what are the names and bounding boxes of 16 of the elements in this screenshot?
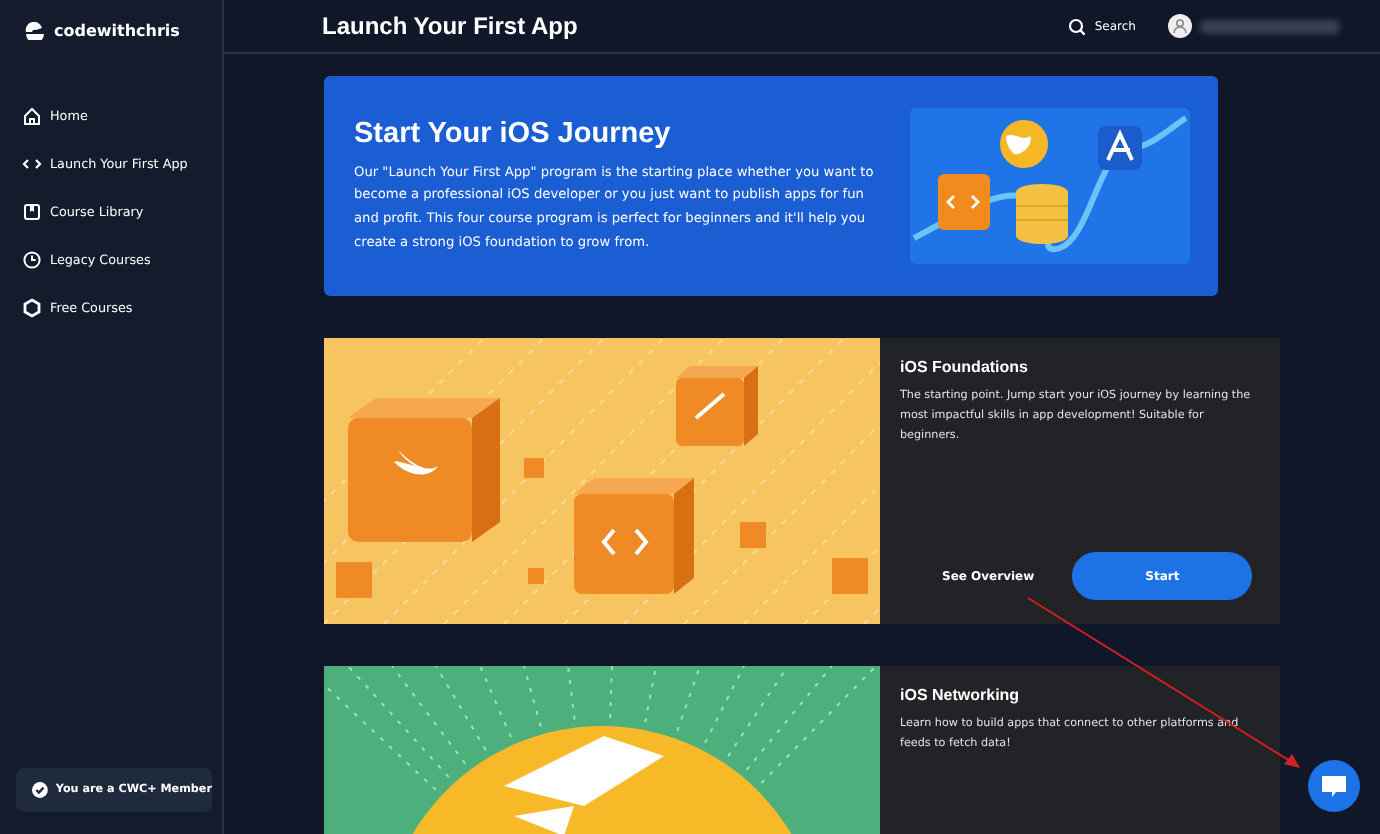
book-icon: [22, 202, 42, 222]
page-title: Launch Your First App: [322, 12, 580, 40]
hero-title: Start Your iOS Journey: [354, 117, 673, 150]
code-icon: [22, 154, 42, 174]
course-title: iOS Foundations: [900, 358, 1030, 376]
check-icon: [32, 782, 48, 798]
chat-button[interactable]: [1308, 760, 1360, 812]
chat-icon: [1322, 775, 1346, 797]
clock-icon: [22, 250, 42, 270]
blurred-username: [1200, 19, 1340, 33]
logo-text: codewithchris: [54, 21, 180, 39]
course-title: iOS Networking: [900, 686, 1022, 704]
search-icon: [1068, 17, 1087, 35]
logo-icon: [24, 21, 46, 39]
home-icon: [22, 106, 42, 126]
avatar[interactable]: [1168, 14, 1192, 38]
